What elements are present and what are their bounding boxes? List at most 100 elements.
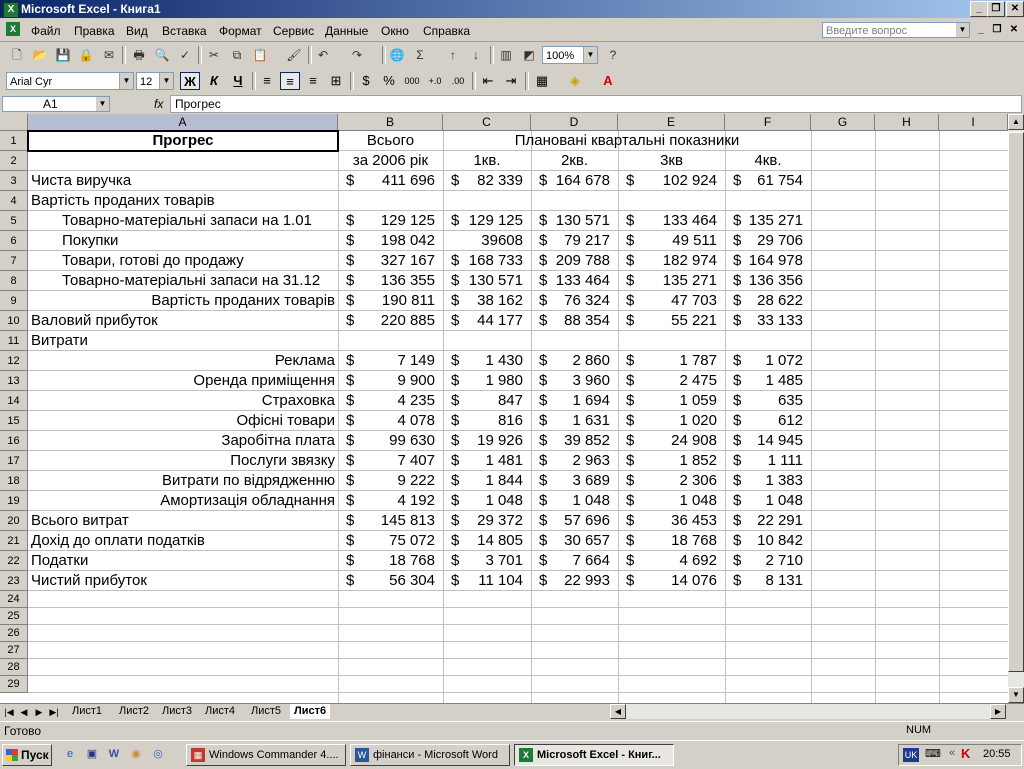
row-header-20[interactable]: 20	[0, 511, 28, 531]
value-cell-e[interactable]: 1 048	[618, 491, 717, 511]
value-cell-c[interactable]: 847	[443, 391, 523, 411]
value-cell-b[interactable]: 4 235	[338, 391, 435, 411]
value-cell-f[interactable]: 1 485	[725, 371, 803, 391]
underline-button[interactable]: Ч	[228, 72, 248, 90]
chevron-down-icon[interactable]: ▼	[583, 47, 597, 63]
row-header-15[interactable]: 15	[0, 411, 28, 431]
row-label-cell[interactable]: Оренда приміщення	[31, 371, 335, 391]
value-cell-c[interactable]: 1 481	[443, 451, 523, 471]
value-cell-d[interactable]: 1 694	[531, 391, 610, 411]
value-cell-f[interactable]: 136 356	[725, 271, 803, 291]
value-cell-b[interactable]: 18 768	[338, 551, 435, 571]
value-cell-f[interactable]: 635	[725, 391, 803, 411]
media-icon[interactable]: ◉	[128, 746, 144, 762]
value-cell-e[interactable]: 1 852	[618, 451, 717, 471]
value-cell-d[interactable]: 2 860	[531, 351, 610, 371]
row-label-cell[interactable]: Реклама	[31, 351, 335, 371]
value-cell-c[interactable]: 1 430	[443, 351, 523, 371]
vertical-scrollbar[interactable]: ▲ ▼	[1008, 114, 1024, 703]
zoom-select[interactable]: 100% ▼	[542, 46, 598, 64]
value-cell-c[interactable]: 1 980	[443, 371, 523, 391]
scroll-right-icon[interactable]: ▶	[990, 704, 1006, 719]
chevron-down-icon[interactable]: ▼	[956, 23, 969, 37]
value-cell-e[interactable]: 36 453	[618, 511, 717, 531]
thousands-button[interactable]: 000	[402, 72, 422, 90]
help-icon[interactable]: ?	[604, 46, 622, 64]
scroll-up-icon[interactable]: ▲	[1008, 114, 1024, 130]
value-cell-e[interactable]: 18 768	[618, 531, 717, 551]
value-cell-e[interactable]: 133 464	[618, 211, 717, 231]
increase-decimal-icon[interactable]: +.0	[425, 72, 445, 90]
value-cell-c[interactable]: 130 571	[443, 271, 523, 291]
column-header-i[interactable]: I	[939, 114, 1008, 131]
row-header-12[interactable]: 12	[0, 351, 28, 371]
increase-indent-icon[interactable]: ⇥	[501, 72, 521, 90]
workbook-icon[interactable]: X	[6, 22, 20, 36]
value-cell-c[interactable]: 1 048	[443, 491, 523, 511]
font-color-icon[interactable]: A	[598, 72, 618, 90]
formula-input[interactable]: Прогрес	[170, 95, 1022, 113]
row-label-cell[interactable]: Офісні товари	[31, 411, 335, 431]
spelling-icon[interactable]: ✓	[176, 46, 194, 64]
first-sheet-icon[interactable]: |◀	[3, 706, 15, 718]
value-cell-d[interactable]: 1 631	[531, 411, 610, 431]
row-header-22[interactable]: 22	[0, 551, 28, 571]
menu-data[interactable]: Данные	[325, 24, 368, 38]
value-cell-b[interactable]: 4 192	[338, 491, 435, 511]
value-cell-b[interactable]: 56 304	[338, 571, 435, 591]
row-header-19[interactable]: 19	[0, 491, 28, 511]
value-cell-f[interactable]: 8 131	[725, 571, 803, 591]
fx-icon[interactable]: fx	[154, 97, 163, 111]
open-icon[interactable]: 📂	[31, 46, 49, 64]
word-icon[interactable]: W	[106, 746, 122, 762]
row-label-cell[interactable]: Послуги звязку	[31, 451, 335, 471]
redo-icon[interactable]: ↷	[348, 46, 366, 64]
value-cell-d[interactable]: 164 678	[531, 171, 610, 191]
font-name-select[interactable]: Arial Cyr ▼	[6, 72, 134, 90]
value-cell-d[interactable]: 30 657	[531, 531, 610, 551]
row-label-cell[interactable]: Податки	[31, 551, 335, 571]
autosum-icon[interactable]: Σ	[411, 46, 429, 64]
row-label-cell[interactable]: Товарно-матеріальні запаси на 1.01	[62, 211, 338, 231]
excel-app-icon[interactable]: X	[3, 2, 19, 18]
cut-icon[interactable]: ✂	[205, 46, 223, 64]
column-header-g[interactable]: G	[811, 114, 875, 131]
sheet-tab-3[interactable]: Лист3	[158, 704, 196, 719]
row-label-cell[interactable]: Вартість проданих товарів	[31, 291, 335, 311]
value-cell-b[interactable]: 75 072	[338, 531, 435, 551]
row-header-7[interactable]: 7	[0, 251, 28, 271]
menu-help[interactable]: Справка	[423, 24, 470, 38]
task-windows-commander[interactable]: ▦ Windows Commander 4....	[186, 744, 346, 766]
row-label-cell[interactable]: Дохід до оплати податків	[31, 531, 335, 551]
value-cell-c[interactable]: 14 805	[443, 531, 523, 551]
row-header-16[interactable]: 16	[0, 431, 28, 451]
value-cell-b[interactable]: 190 811	[338, 291, 435, 311]
value-cell-e[interactable]: 1 020	[618, 411, 717, 431]
row-header-26[interactable]: 26	[0, 625, 28, 642]
row-label-cell[interactable]: Витрати	[31, 331, 335, 351]
minimize-button[interactable]: _	[970, 1, 988, 17]
value-cell-e[interactable]: 24 908	[618, 431, 717, 451]
hyperlink-icon[interactable]: 🌐	[388, 46, 406, 64]
value-cell-f[interactable]: 1 048	[725, 491, 803, 511]
value-cell-e[interactable]: 55 221	[618, 311, 717, 331]
value-cell-f[interactable]: 1 072	[725, 351, 803, 371]
value-cell-f[interactable]: 22 291	[725, 511, 803, 531]
value-cell-f[interactable]: 33 133	[725, 311, 803, 331]
value-cell-e[interactable]: 4 692	[618, 551, 717, 571]
align-center-icon[interactable]: ≡	[280, 72, 300, 90]
quarter-header-cell[interactable]: 1кв.	[443, 151, 531, 171]
doc-close-button[interactable]: ✕	[1006, 23, 1022, 37]
row-header-23[interactable]: 23	[0, 571, 28, 591]
value-cell-f[interactable]: 1 111	[725, 451, 803, 471]
print-icon[interactable]: 🖶	[130, 46, 148, 64]
row-header-27[interactable]: 27	[0, 642, 28, 659]
value-cell-d[interactable]: 88 354	[531, 311, 610, 331]
borders-icon[interactable]: ▦	[532, 72, 552, 90]
merge-center-icon[interactable]: ⊞	[326, 72, 346, 90]
spreadsheet-grid[interactable]: A B C D E F G H I 1 2 3 4 5 6 7 8 9 10 11 12 13 14 15 1…	[0, 114, 1008, 703]
row-header-5[interactable]: 5	[0, 211, 28, 231]
value-cell-d[interactable]: 7 664	[531, 551, 610, 571]
value-cell-f[interactable]: 164 978	[725, 251, 803, 271]
decrease-decimal-icon[interactable]: .00	[448, 72, 468, 90]
